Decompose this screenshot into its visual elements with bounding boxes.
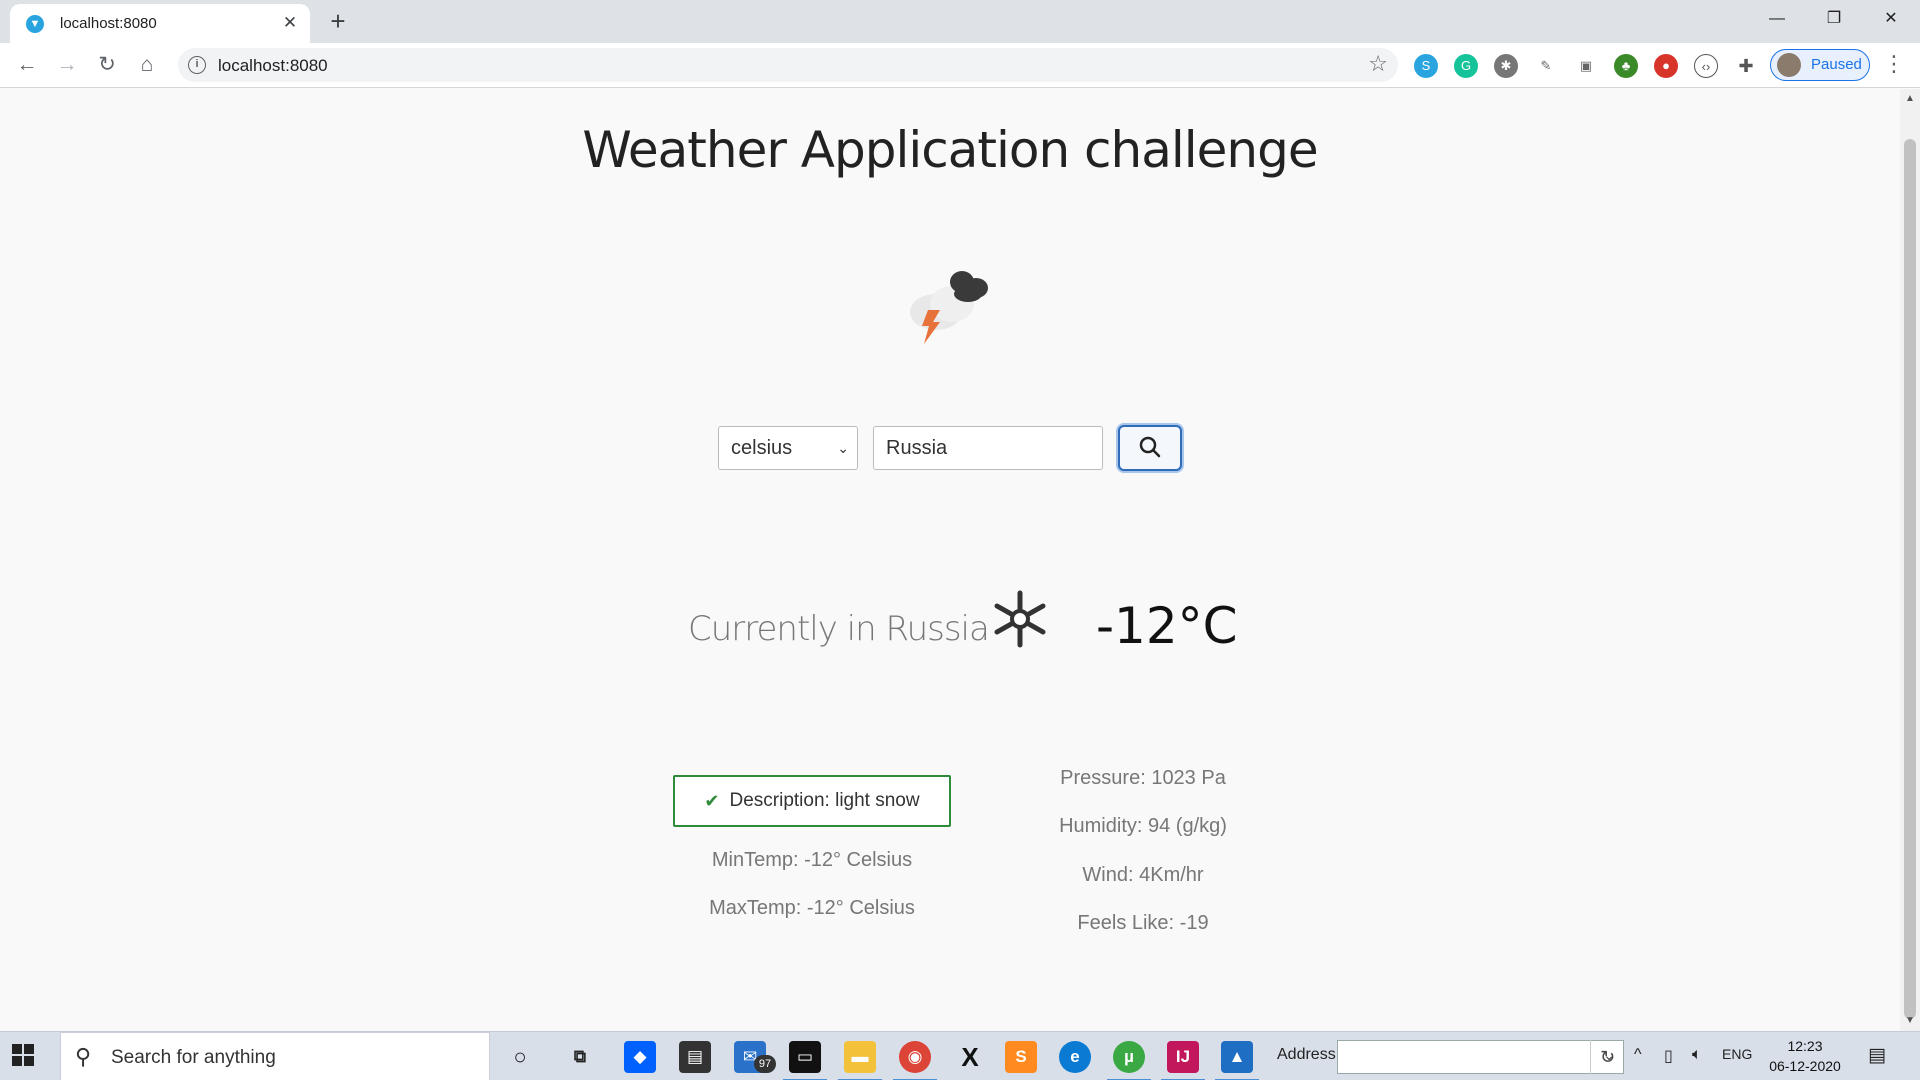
home-icon[interactable]: ⌂: [132, 50, 162, 80]
taskbar-search-box[interactable]: ⚲ Search for anything: [60, 1032, 490, 1080]
cortana-icon[interactable]: ○: [504, 1041, 536, 1073]
feels-like: Feels Like: -19: [1077, 912, 1209, 934]
address-bar[interactable]: i localhost:8080 ☆: [178, 48, 1398, 82]
taskbar-search-placeholder: Search for anything: [111, 1047, 276, 1068]
terminal-icon[interactable]: ▭: [783, 1041, 827, 1080]
browser-toolbar: ← → ↻ ⌂ i localhost:8080 ☆ S G ✱ ✎ ▣ ♣ ●…: [0, 43, 1920, 88]
close-tab-icon[interactable]: ✕: [280, 13, 300, 33]
edge-icon[interactable]: e: [1059, 1041, 1091, 1073]
scroll-up-icon[interactable]: ▲: [1904, 93, 1916, 104]
close-window-button[interactable]: ✕: [1868, 4, 1914, 34]
checkmark-icon: ✔: [704, 790, 720, 811]
unit-select[interactable]: celsius ⌄: [718, 426, 858, 470]
humidity: Humidity: 94 (g/kg): [1059, 815, 1227, 837]
chrome-icon[interactable]: ◉: [893, 1041, 937, 1080]
forward-icon[interactable]: →: [52, 50, 82, 80]
file-explorer-icon[interactable]: ▬: [838, 1041, 882, 1080]
weather-description-box: ✔ Description: light snow: [673, 775, 951, 827]
pressure: Pressure: 1023 Pa: [1060, 767, 1226, 789]
unit-select-value: celsius: [731, 437, 793, 459]
page-title: Weather Application challenge: [582, 121, 1318, 179]
tray-device-icon[interactable]: ▯: [1664, 1046, 1673, 1066]
weather-description: Description: light snow: [729, 790, 920, 811]
task-view-icon[interactable]: ⧉: [564, 1041, 596, 1073]
windows-taskbar: ⚲ Search for anything ○ ⧉ ◆ ▤ ✉ ▭ ▬ ◉ X …: [0, 1031, 1920, 1080]
chevron-down-icon: ⌄: [837, 440, 849, 456]
extension-code-icon[interactable]: ‹›: [1694, 54, 1718, 78]
taskbar-clock[interactable]: 12:23 06-12-2020: [1760, 1036, 1850, 1076]
extensions-puzzle-icon[interactable]: ✚: [1734, 54, 1758, 78]
mail-badge: 97: [754, 1055, 776, 1073]
address-toolbar-label: Address: [1277, 1046, 1336, 1063]
store-icon[interactable]: ▤: [679, 1041, 711, 1073]
extension-grammarly-icon[interactable]: G: [1454, 54, 1478, 78]
extension-skype-icon[interactable]: S: [1414, 54, 1438, 78]
tab-title: localhost:8080: [60, 15, 157, 32]
site-favicon-icon: ▼: [26, 14, 44, 33]
notifications-icon[interactable]: ▤: [1868, 1044, 1892, 1068]
back-icon[interactable]: ←: [12, 50, 42, 80]
reload-icon[interactable]: ↻: [92, 50, 122, 80]
address-bar-url[interactable]: localhost:8080: [218, 56, 328, 76]
profile-button[interactable]: Paused: [1770, 49, 1870, 81]
photos-icon[interactable]: ▲: [1215, 1041, 1259, 1080]
clock-date: 06-12-2020: [1769, 1058, 1841, 1074]
intellij-icon[interactable]: IJ: [1161, 1041, 1205, 1080]
scrollbar-thumb[interactable]: [1904, 139, 1916, 1019]
wind: Wind: 4Km/hr: [1082, 864, 1204, 886]
browser-tab-bar: ▼ localhost:8080 ✕ + — ❐ ✕: [0, 0, 1920, 43]
current-temperature: -12°C: [1096, 597, 1238, 655]
clock-time: 12:23: [1787, 1038, 1823, 1054]
maximize-button[interactable]: ❐: [1811, 4, 1857, 34]
avatar: [1777, 53, 1801, 77]
windows-start-icon[interactable]: [12, 1044, 36, 1068]
extension-bug-icon[interactable]: ✱: [1494, 54, 1518, 78]
sublime-text-icon[interactable]: S: [1005, 1041, 1037, 1073]
address-refresh-icon[interactable]: ↻: [1590, 1040, 1624, 1074]
bookmark-star-icon[interactable]: ☆: [1368, 51, 1388, 77]
volume-icon[interactable]: 🔈︎: [1692, 1046, 1702, 1064]
site-info-icon[interactable]: i: [188, 56, 206, 74]
scroll-down-icon[interactable]: ▼: [1904, 1015, 1916, 1026]
min-temp: MinTemp: -12° Celsius: [711, 849, 913, 871]
address-toolbar-input[interactable]: ⌄: [1337, 1040, 1624, 1074]
thunderstorm-weather-icon: [910, 271, 988, 344]
extension-eyedropper-icon[interactable]: ✎: [1534, 54, 1558, 78]
city-input[interactable]: Russia: [873, 426, 1103, 470]
utorrent-icon[interactable]: µ: [1107, 1041, 1151, 1080]
new-tab-button[interactable]: +: [324, 8, 352, 36]
extension-html-tree-icon[interactable]: ♣: [1614, 54, 1638, 78]
search-icon: [1139, 436, 1161, 458]
search-button[interactable]: [1118, 425, 1182, 471]
tray-overflow-icon[interactable]: ^: [1634, 1046, 1642, 1064]
browser-menu-icon[interactable]: ⋮: [1880, 51, 1908, 77]
extension-red-icon[interactable]: ●: [1654, 54, 1678, 78]
page-content: Weather Application challenge celsius ⌄ …: [0, 89, 1900, 1031]
profile-status: Paused: [1811, 56, 1862, 73]
extension-camera-icon[interactable]: ▣: [1574, 54, 1598, 78]
x-app-icon[interactable]: X: [954, 1041, 986, 1073]
search-icon: ⚲: [75, 1044, 92, 1069]
language-indicator[interactable]: ENG: [1722, 1046, 1752, 1062]
snowflake-icon: [994, 590, 1046, 648]
minimize-button[interactable]: —: [1754, 4, 1800, 34]
page-scrollbar[interactable]: ▲ ▼: [1900, 89, 1920, 1031]
browser-tab[interactable]: ▼ localhost:8080 ✕: [10, 4, 310, 43]
dropbox-icon[interactable]: ◆: [624, 1041, 656, 1073]
max-temp: MaxTemp: -12° Celsius: [709, 897, 915, 919]
current-location-label: Currently in Russia: [688, 609, 990, 649]
